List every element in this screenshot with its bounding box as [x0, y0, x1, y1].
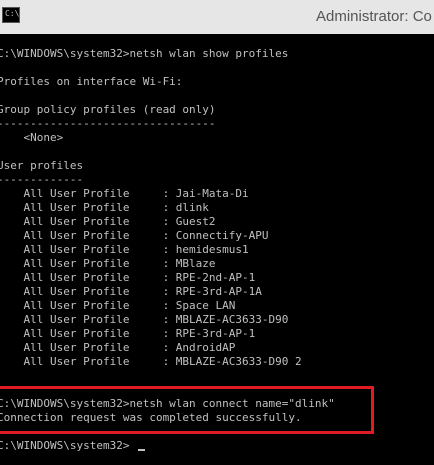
- profile-line: All User Profile : Guest2: [0, 215, 216, 228]
- highlight-box: [0, 386, 374, 434]
- profile-line: All User Profile : RPE-2nd-AP-1: [0, 271, 256, 284]
- profile-line: All User Profile : MBLAZE-AC3633-D90 2: [0, 355, 302, 368]
- profile-line: All User Profile : hemidesmus1: [0, 243, 249, 256]
- profile-line: All User Profile : RPE-3rd-AP-1: [0, 327, 256, 340]
- cmd-icon[interactable]: C:\: [2, 7, 20, 23]
- console-line: -------------: [0, 173, 84, 186]
- cmd-icon-label: C:\: [5, 9, 20, 18]
- prompt-line: C:\WINDOWS\system32>: [0, 439, 130, 452]
- window-title: Administrator: Co: [316, 8, 432, 25]
- profile-line: All User Profile : Jai-Mata-Di: [0, 187, 249, 200]
- profile-line: All User Profile : dlink: [0, 201, 209, 214]
- profile-line: All User Profile : MBlaze: [0, 257, 216, 270]
- profile-line: All User Profile : AndroidAP: [0, 341, 236, 354]
- console-line: <None>: [0, 131, 64, 144]
- profile-line: All User Profile : Space LAN: [0, 299, 236, 312]
- console-line: Profiles on interface Wi-Fi:: [0, 75, 183, 88]
- title-bar[interactable]: C:\ Administrator: Co: [0, 0, 434, 34]
- text-cursor: [138, 449, 145, 451]
- profile-line: All User Profile : MBLAZE-AC3633-D90: [0, 313, 289, 326]
- console-line: User profiles: [0, 159, 84, 172]
- console-line: ---------------------------------: [0, 117, 216, 130]
- profile-line: All User Profile : Connectify-APU: [0, 229, 269, 242]
- console-line: C:\WINDOWS\system32>netsh wlan show prof…: [0, 47, 289, 60]
- profile-line: All User Profile : RPE-3rd-AP-1A: [0, 285, 262, 298]
- console-line: Group policy profiles (read only): [0, 103, 216, 116]
